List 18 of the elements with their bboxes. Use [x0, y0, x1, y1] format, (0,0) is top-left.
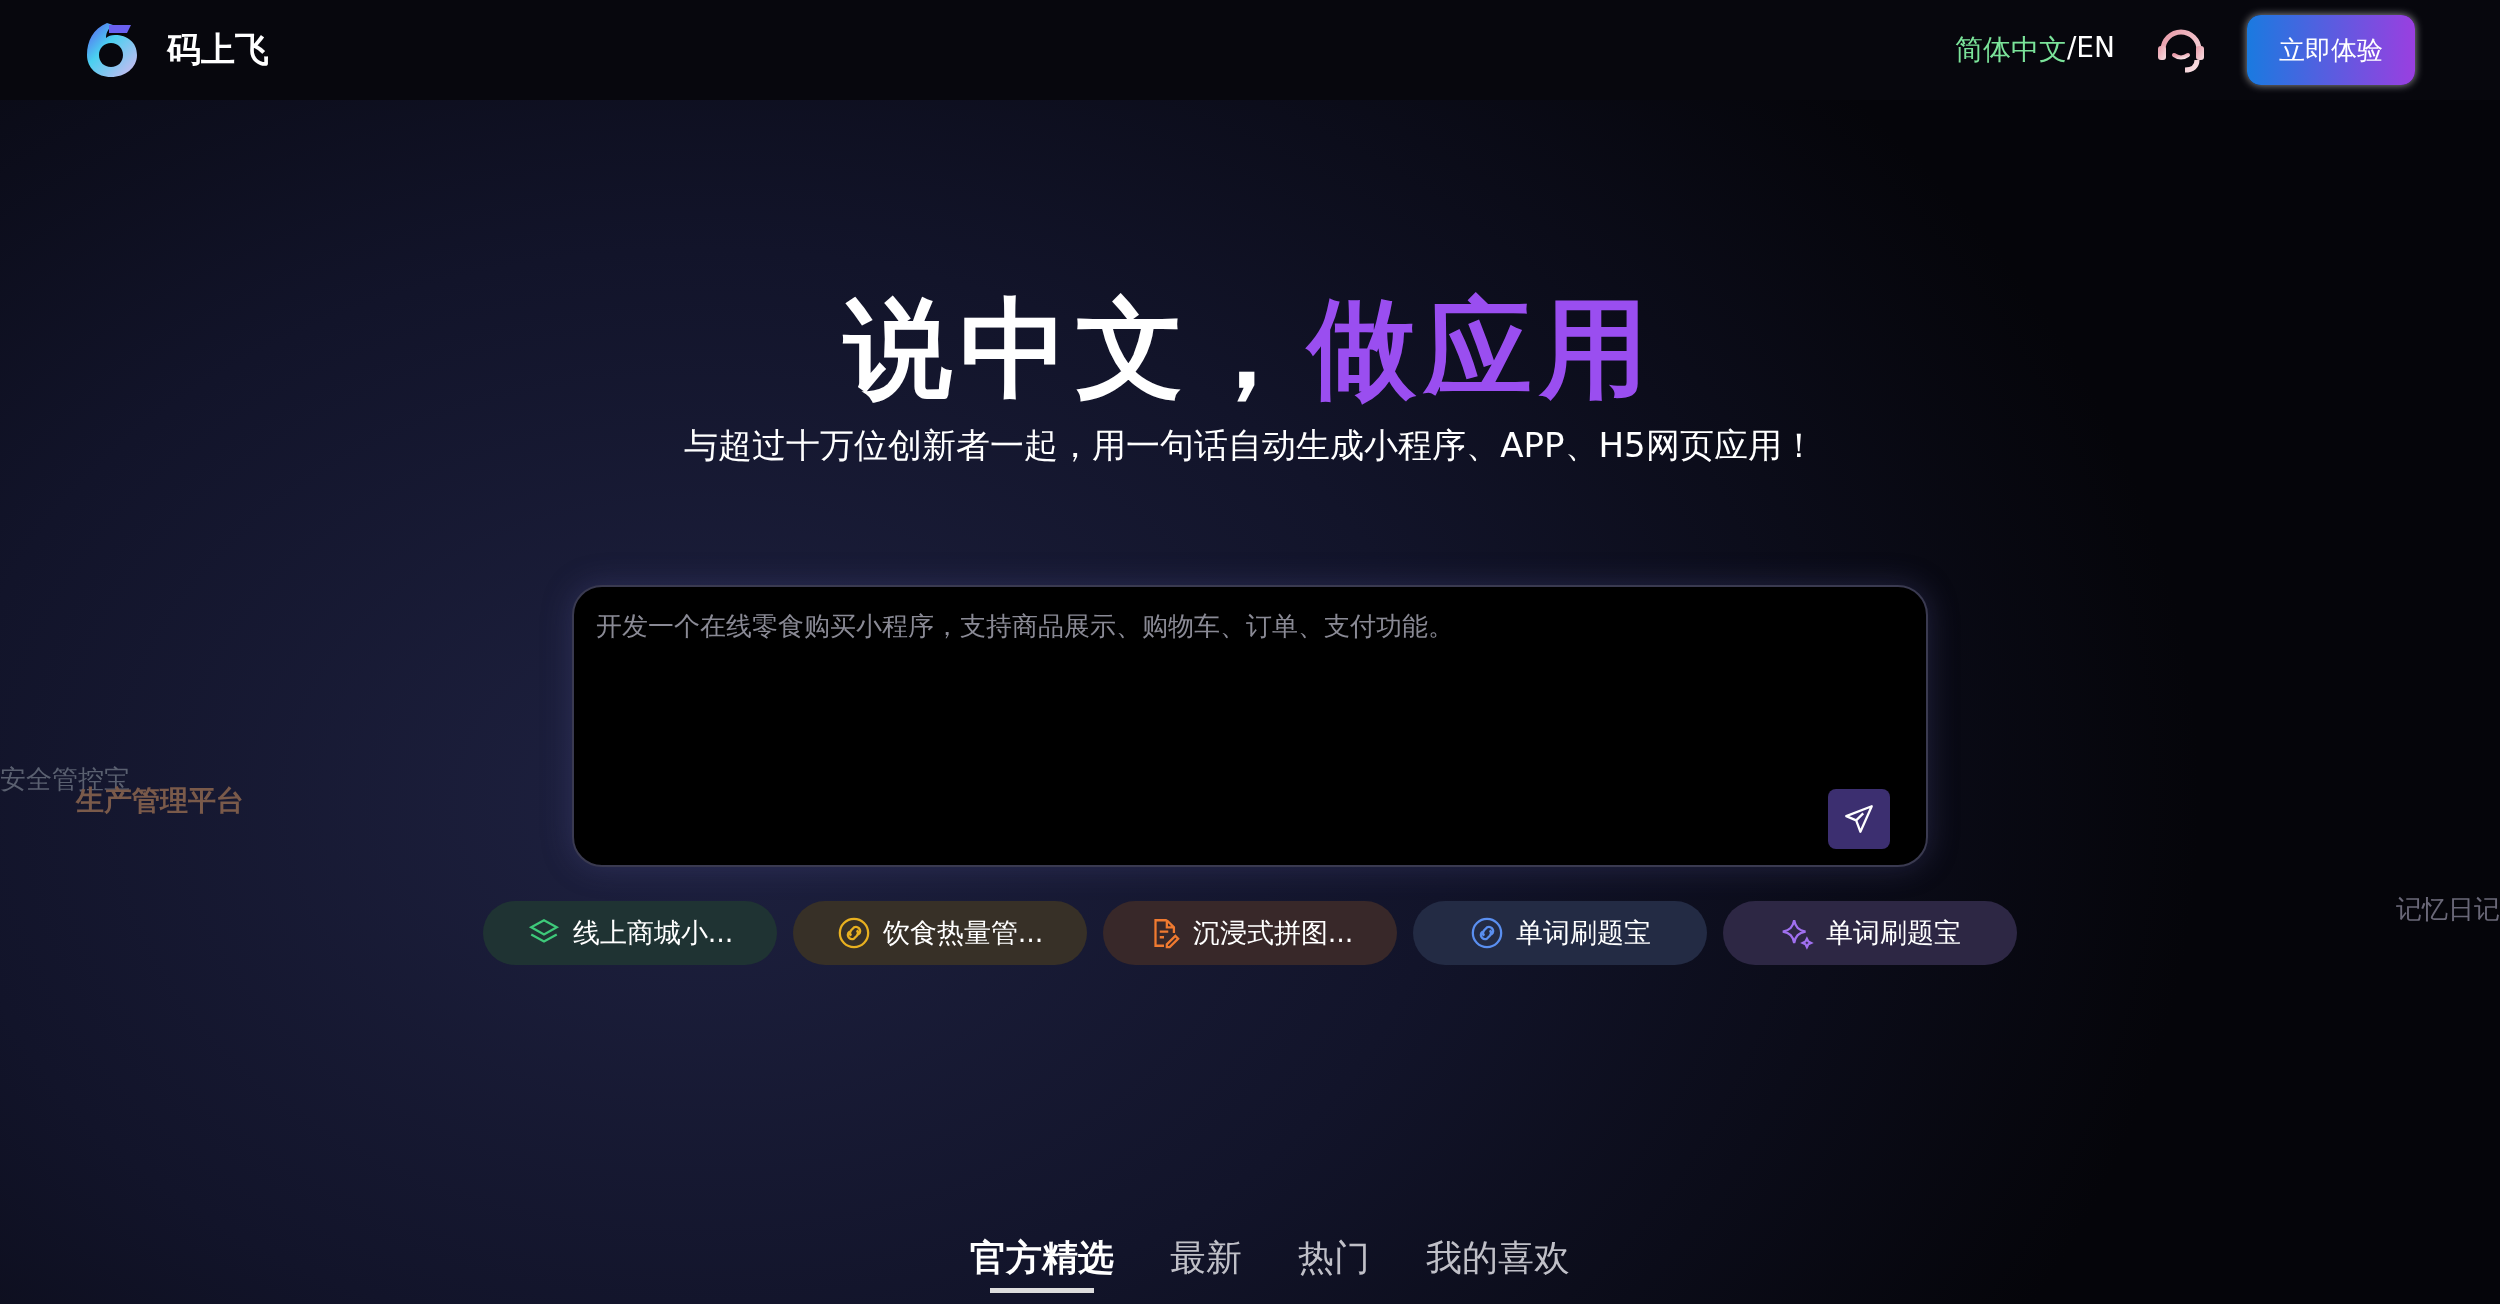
suggestion-chip[interactable]: 沉浸式拼图...: [1103, 900, 1397, 965]
floating-app-name: 记忆日记: [2396, 893, 2500, 926]
category-tab[interactable]: 我的喜欢: [1426, 1234, 1570, 1293]
suggestion-chip[interactable]: 单词刷题宝: [1413, 900, 1707, 965]
suggestion-chip[interactable]: 单词刷题宝: [1723, 900, 2017, 965]
language-option[interactable]: 简体中文: [1954, 31, 2067, 69]
suggestion-chip[interactable]: 线上商城小...: [483, 900, 777, 965]
suggestion-chip[interactable]: 饮食热量管...: [793, 900, 1087, 965]
try-now-button[interactable]: 立即体验: [2247, 15, 2415, 85]
prompt-field[interactable]: 开发一个在线零食购买小程序，支持商品展示、购物车、订单、支付功能。: [572, 584, 1928, 867]
headline: 说中文，做应用: [844, 290, 1656, 409]
category-tab[interactable]: 最新: [1170, 1234, 1242, 1293]
subtitle: 与超过十万位创新者一起，用一句话自动生成小程序、APP、H5网页应用！: [684, 423, 1816, 467]
brand-name: 码上飞: [167, 28, 269, 71]
send-button[interactable]: [1828, 788, 1890, 849]
language-option[interactable]: /EN: [2066, 31, 2115, 69]
category-tab[interactable]: 热门: [1298, 1234, 1370, 1293]
category-tab[interactable]: 官方精选: [970, 1234, 1114, 1293]
